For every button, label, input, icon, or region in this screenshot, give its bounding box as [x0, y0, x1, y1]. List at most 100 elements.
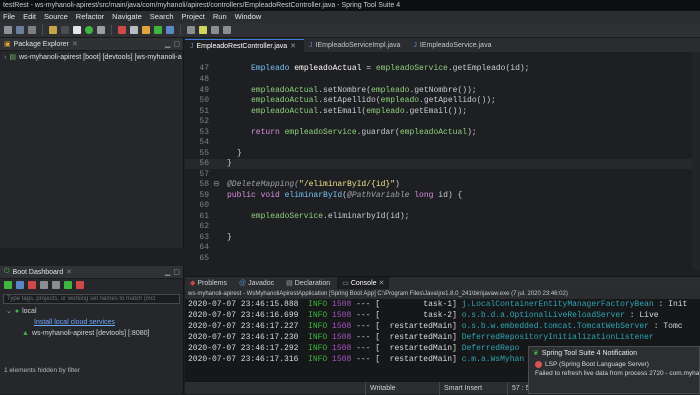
save-all-icon[interactable] [28, 26, 36, 34]
code-line: 62 [185, 222, 700, 232]
code-token: eliminarById [284, 191, 343, 200]
project-tree-item[interactable]: › ▤ ws-myhanoli-apirest [boot] [devtools… [0, 51, 183, 62]
code-token: empleadoService [375, 64, 448, 73]
skip-icon[interactable] [61, 26, 69, 34]
log-thread: restartedMain] [380, 333, 457, 342]
tab-iempleado-service[interactable]: J IEmpleadoService.java [408, 39, 499, 52]
new-class-icon[interactable] [154, 26, 162, 34]
add-icon[interactable] [64, 281, 72, 289]
notification-popup[interactable]: ❦ Spring Tool Suite 4 Notification LSP (… [528, 346, 700, 394]
code-line: 50 empleadoActual.setApellido(empleado.ge… [185, 96, 700, 106]
code-token: @DeleteMapping( [227, 180, 300, 189]
maximize-icon[interactable]: ▢ [173, 268, 180, 276]
close-icon[interactable]: ✕ [290, 42, 296, 50]
forward-icon[interactable] [223, 26, 231, 34]
annotation-icon[interactable] [199, 26, 207, 34]
minimize-icon[interactable]: ▁ [165, 268, 170, 276]
code-token: .getNombre()); [409, 86, 477, 95]
line-number: 55 [199, 149, 209, 158]
log-line: 2020-07-07 23:46:17.227 INFO 1508 --- [ … [185, 321, 700, 332]
code-token: public void [227, 191, 285, 200]
app-list-item[interactable]: ▲ ws-myhanoli-apirest [devtools] [:8080] [0, 328, 183, 339]
log-class: j.LocalContainerEntityManagerFactoryBean [461, 300, 654, 309]
collapse-arrow-icon[interactable]: ⌄ [6, 306, 12, 317]
run-config-icon[interactable] [97, 26, 105, 34]
tab-javadoc[interactable]: @ Javadoc [234, 277, 279, 290]
log-class: o.s.b.w.embedded.tomcat.TomcatWebServer [461, 322, 649, 331]
new-package-icon[interactable] [142, 26, 150, 34]
code-line: 49 empleadoActual.setNombre(empleado.getN… [185, 86, 700, 96]
back-icon[interactable] [211, 26, 219, 34]
start-icon[interactable] [4, 281, 12, 289]
status-insert-mode: Smart Insert [439, 382, 482, 395]
log-level: INFO [308, 333, 328, 342]
debug-start-icon[interactable] [16, 281, 24, 289]
menu-edit[interactable]: Edit [23, 11, 36, 23]
code-line: 65 [185, 254, 700, 264]
tab-empleado-rest-controller[interactable]: J EmpleadoRestController.java ✕ [185, 39, 305, 52]
debug-icon[interactable] [49, 26, 57, 34]
error-icon [535, 361, 542, 368]
console-icon[interactable] [52, 281, 60, 289]
code-token: = [361, 64, 376, 73]
package-explorer-tab[interactable]: ▣ Package Explorer ✕ ▁ ▢ [0, 38, 183, 51]
boot-dashboard-panel: ⏻ Boot Dashboard ✕ ▁ ▢ Type tags, project… [0, 266, 184, 394]
code-token: .setApellido( [318, 96, 381, 105]
new-java-project-icon[interactable] [130, 26, 138, 34]
code-token: } [227, 233, 232, 242]
menu-file[interactable]: File [3, 11, 15, 23]
boot-filter-input[interactable]: Type tags, projects, or working set name… [3, 294, 180, 304]
editor-scrollbar[interactable] [692, 52, 700, 270]
stop-icon[interactable] [28, 281, 36, 289]
tab-console[interactable]: ▭ Console ✕ [337, 276, 390, 290]
close-icon[interactable]: ✕ [72, 40, 78, 48]
open-browser-icon[interactable] [40, 281, 48, 289]
local-group[interactable]: ⌄ ● local [0, 306, 183, 317]
close-icon[interactable]: ✕ [379, 279, 385, 287]
line-number: 54 [199, 138, 209, 147]
expand-arrow-icon[interactable]: › [4, 54, 6, 61]
save-icon[interactable] [16, 26, 24, 34]
code-token: .eliminarbyId(id); [323, 212, 410, 221]
search-icon[interactable] [187, 26, 195, 34]
code-token: .setNombre( [318, 86, 372, 95]
code-editor[interactable]: 47 Empleado empleadoActual = empleadoServ… [185, 52, 700, 270]
close-icon[interactable]: ✕ [66, 268, 72, 276]
menu-search[interactable]: Search [150, 11, 174, 23]
tab-iempleado-service-impl[interactable]: J IEmpleadoServiceImpl.java [304, 39, 408, 52]
code-token: empleadoActual [399, 128, 468, 137]
line-number: 61 [199, 212, 209, 221]
minimize-icon[interactable]: ▁ [165, 40, 170, 48]
project-icon: ▤ [9, 54, 16, 61]
run-icon[interactable] [85, 26, 93, 34]
open-type-icon[interactable] [166, 26, 174, 34]
menu-source[interactable]: Source [44, 11, 68, 23]
boot-dashboard-tab[interactable]: ⏻ Boot Dashboard ✕ ▁ ▢ [0, 266, 183, 279]
tab-problems[interactable]: ◆ Problems [185, 277, 232, 290]
menu-refactor[interactable]: Refactor [76, 11, 104, 23]
log-pid: 1508 [332, 344, 352, 353]
code-line: 58 ⊖ @DeleteMapping("/eliminarById/{id}") [185, 180, 700, 190]
menu-navigate[interactable]: Navigate [112, 11, 142, 23]
fold-marker-icon[interactable]: ⊖ [213, 180, 223, 190]
menu-window[interactable]: Window [235, 11, 262, 23]
line-number: 60 [199, 201, 209, 210]
new-file-icon[interactable] [4, 26, 12, 34]
log-line: 2020-07-07 23:46:15.888 INFO 1508 --- [ … [185, 299, 700, 310]
maximize-icon[interactable]: ▢ [173, 40, 180, 48]
log-sep: --- [ [356, 322, 381, 331]
menu-project[interactable]: Project [182, 11, 205, 23]
tab-declaration[interactable]: ▤ Declaration [281, 277, 335, 290]
suspend-icon[interactable] [73, 26, 81, 34]
log-msg: : Tomc [653, 322, 683, 331]
log-pid: 1508 [332, 300, 352, 309]
log-msg: : Init [658, 300, 688, 309]
code-line: 53 return empleadoService.guardar(emplead… [185, 128, 700, 138]
project-label: ws-myhanoli-apirest [boot] [devtools] [w… [18, 53, 182, 61]
remove-icon[interactable] [76, 281, 84, 289]
install-local-cloud-link[interactable]: Install local cloud services [34, 317, 115, 328]
menu-run[interactable]: Run [213, 11, 227, 23]
console-tabs: ◆ Problems @ Javadoc ▤ Declaration ▭ Console… [185, 276, 700, 290]
local-group-label: local [22, 308, 37, 315]
stop-icon[interactable] [118, 26, 126, 34]
